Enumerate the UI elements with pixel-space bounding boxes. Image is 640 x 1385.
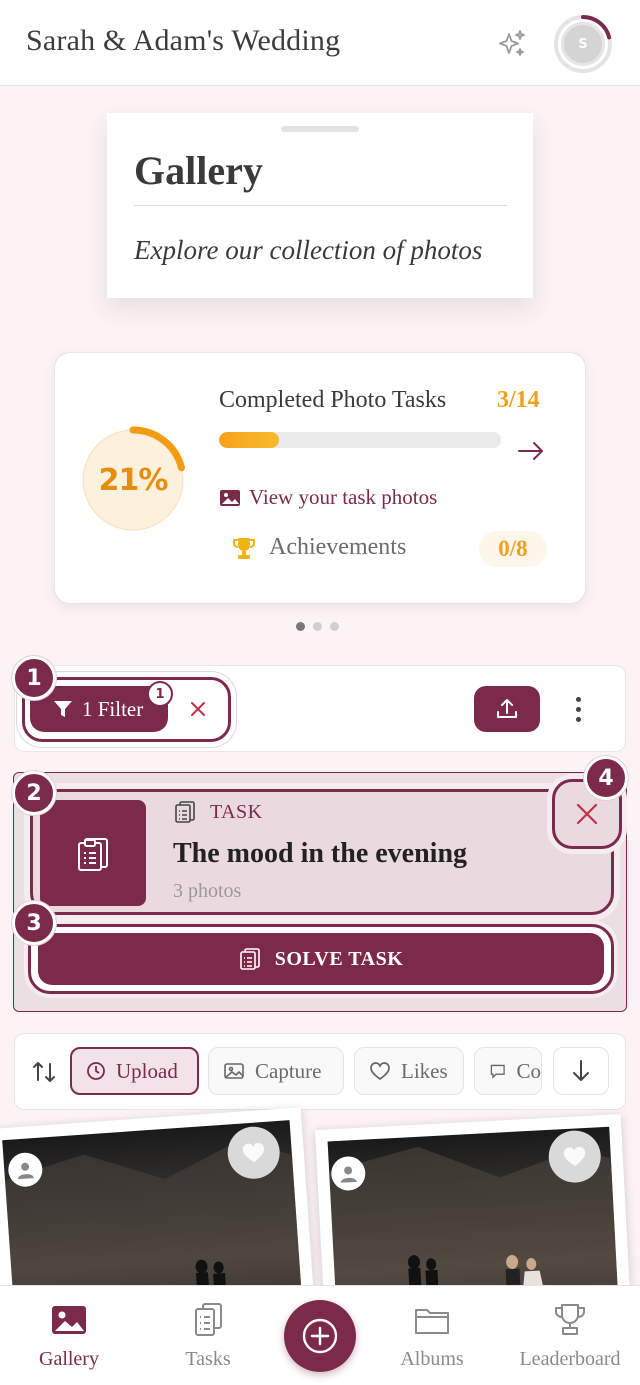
carousel-dot[interactable]: [330, 622, 339, 631]
clipboard-icon: [195, 1303, 222, 1336]
sparkle-icon[interactable]: [496, 28, 528, 60]
arrow-right-icon[interactable]: [515, 435, 547, 467]
tasks-progress-fill: [219, 432, 280, 448]
gallery-header-card: Gallery Explore our collection of photos: [107, 113, 533, 298]
image-icon: [220, 489, 240, 506]
sort-chip-upload[interactable]: Upload: [70, 1047, 199, 1095]
solve-task-button[interactable]: SOLVE TASK: [38, 933, 604, 985]
sort-chip-label: Upload: [116, 1058, 178, 1083]
nav-label: Tasks: [185, 1348, 231, 1370]
task-photo-count: 3 photos: [173, 880, 242, 902]
top-bar: Sarah & Adam's Wedding S: [0, 0, 640, 86]
trophy-icon: [555, 1304, 585, 1335]
heart-icon: [242, 1142, 265, 1163]
close-icon: [576, 803, 598, 825]
page-title: Gallery: [134, 148, 263, 193]
clipboard-icon: [239, 948, 260, 970]
heart-icon: [563, 1146, 586, 1167]
filter-count-badge: 1: [147, 681, 173, 707]
sort-chip-likes[interactable]: Likes: [354, 1047, 464, 1095]
tasks-progress-bar: [219, 432, 501, 448]
avatar-button[interactable]: S: [553, 14, 613, 74]
arrow-down-icon: [573, 1060, 589, 1081]
progress-percent: 21%: [98, 462, 169, 498]
achievements-label: Achievements: [269, 534, 407, 560]
upload-icon: [497, 699, 517, 718]
gallery-icon: [52, 1306, 86, 1334]
more-options-icon[interactable]: [566, 694, 590, 724]
filter-icon: [54, 701, 72, 717]
step-marker-4: 4: [584, 756, 628, 800]
view-task-photos-label: View your task photos: [249, 485, 438, 509]
achievements-row[interactable]: Achievements: [231, 534, 406, 561]
avatar: S: [561, 22, 605, 66]
task-type: TASK: [174, 800, 263, 824]
plus-icon: [302, 1318, 338, 1354]
heart-icon: [370, 1062, 390, 1081]
sort-direction-button[interactable]: [553, 1047, 609, 1095]
nav-leaderboard[interactable]: Leaderboard: [510, 1302, 630, 1371]
sort-chip-comments[interactable]: Co: [474, 1047, 542, 1095]
add-photo-button[interactable]: [284, 1300, 356, 1372]
solve-task-label: SOLVE TASK: [274, 947, 404, 970]
carousel-dot[interactable]: [313, 622, 322, 631]
task-thumbnail: [40, 800, 146, 906]
drag-handle: [281, 126, 359, 132]
step-marker-3: 3: [12, 901, 56, 945]
task-type-label: TASK: [210, 800, 263, 823]
trophy-icon: [233, 537, 255, 559]
folder-icon: [415, 1309, 449, 1334]
page-subtitle: Explore our collection of photos: [134, 235, 483, 265]
step-marker-2: 2: [12, 771, 56, 815]
completed-tasks-label: Completed Photo Tasks: [219, 387, 447, 413]
completed-tasks-count: 3/14: [497, 387, 540, 413]
nav-label: Albums: [400, 1348, 464, 1370]
sort-chip-label: Capture: [255, 1058, 322, 1083]
comment-icon: [490, 1064, 505, 1079]
nav-label: Leaderboard: [519, 1348, 621, 1370]
clear-filter-icon[interactable]: [186, 697, 210, 721]
upload-button[interactable]: [474, 686, 540, 732]
view-task-photos-link[interactable]: View your task photos: [219, 485, 437, 510]
sort-chip-label: Likes: [401, 1058, 448, 1083]
achievements-count: 0/8: [479, 531, 547, 567]
carousel-dot[interactable]: [296, 622, 305, 631]
nav-gallery[interactable]: Gallery: [9, 1302, 129, 1371]
step-marker-1: 1: [12, 656, 56, 700]
sort-toggle-icon[interactable]: [30, 1058, 58, 1086]
image-icon: [224, 1063, 244, 1079]
user-icon: [340, 1166, 357, 1183]
nav-label: Gallery: [39, 1348, 99, 1370]
sort-chip-label: Co: [516, 1058, 541, 1083]
nav-tasks[interactable]: Tasks: [148, 1302, 268, 1371]
task-title: The mood in the evening: [173, 838, 468, 869]
filter-label: 1 Filter: [82, 696, 144, 721]
divider: [134, 205, 507, 206]
clipboard-icon: [78, 838, 108, 871]
user-icon: [17, 1162, 34, 1180]
nav-albums[interactable]: Albums: [372, 1302, 492, 1371]
clock-icon: [87, 1062, 105, 1080]
sort-chip-capture[interactable]: Capture: [208, 1047, 344, 1095]
clipboard-icon: [175, 801, 195, 823]
task-progress-card[interactable]: 21% Completed Photo Tasks 3/14 View your…: [54, 352, 586, 604]
carousel-dots: [296, 622, 339, 631]
app-title: Sarah & Adam's Wedding: [26, 24, 341, 57]
